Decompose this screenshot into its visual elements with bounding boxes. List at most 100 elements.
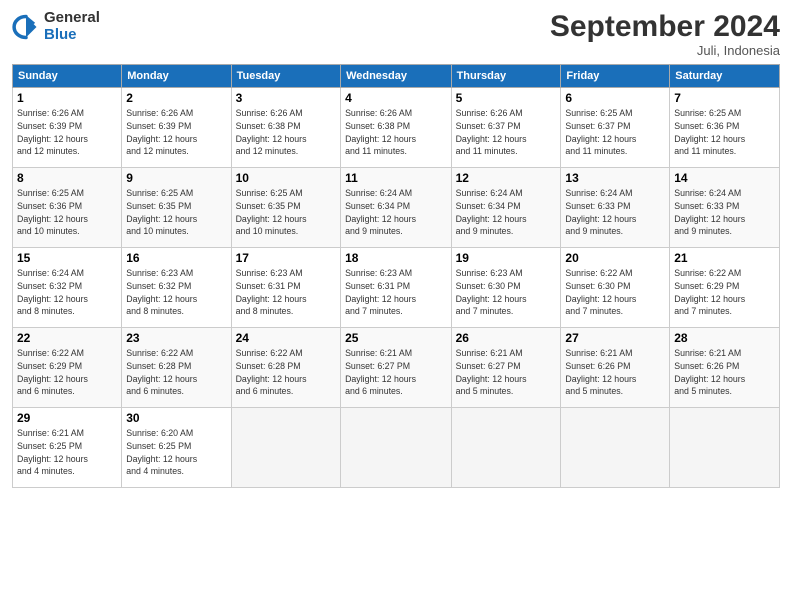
table-row: 10Sunrise: 6:25 AM Sunset: 6:35 PM Dayli… [231,168,340,248]
header-row: Sunday Monday Tuesday Wednesday Thursday… [13,65,780,88]
table-row: 14 Sunrise: 6:24 AM Sunset: 6:33 PM Dayli… [670,168,780,248]
day-info: Sunrise: 6:25 AM Sunset: 6:36 PM Dayligh… [17,187,117,238]
day-info: Sunrise: 6:25 AM Sunset: 6:35 PM Dayligh… [236,187,336,238]
day-info: Sunrise: 6:23 AM Sunset: 6:31 PM Dayligh… [236,267,336,318]
calendar-week-3: 15 Sunrise: 6:24 AM Sunset: 6:32 PM Dayli… [13,248,780,328]
table-row: 4 Sunrise: 6:26 AM Sunset: 6:38 PM Daylig… [341,88,452,168]
day-info: Sunrise: 6:24 AM Sunset: 6:34 PM Dayligh… [345,187,447,238]
logo-icon [12,13,40,41]
day-info: Sunrise: 6:25 AM Sunset: 6:36 PM Dayligh… [674,107,775,158]
header-tuesday: Tuesday [231,65,340,88]
calendar-week-1: 1 Sunrise: 6:26 AM Sunset: 6:39 PM Daylig… [13,88,780,168]
day-info: Sunrise: 6:26 AM Sunset: 6:38 PM Dayligh… [345,107,447,158]
day-number: 26 [456,331,557,345]
day-info: Sunrise: 6:23 AM Sunset: 6:31 PM Dayligh… [345,267,447,318]
day-number: 24 [236,331,336,345]
day-number: 3 [236,91,336,105]
logo-general-text: General [44,10,100,27]
calendar-week-2: 8Sunrise: 6:25 AM Sunset: 6:36 PM Daylig… [13,168,780,248]
day-number: 9 [126,171,226,185]
calendar-week-5: 29 Sunrise: 6:21 AM Sunset: 6:25 PM Dayli… [13,408,780,488]
day-number: 30 [126,411,226,425]
table-row [341,408,452,488]
day-number: 19 [456,251,557,265]
table-row: 17 Sunrise: 6:23 AM Sunset: 6:31 PM Dayli… [231,248,340,328]
header-wednesday: Wednesday [341,65,452,88]
logo-blue-text: Blue [44,27,100,44]
day-info: Sunrise: 6:22 AM Sunset: 6:29 PM Dayligh… [17,347,117,398]
day-info: Sunrise: 6:20 AM Sunset: 6:25 PM Dayligh… [126,427,226,478]
day-number: 5 [456,91,557,105]
day-number: 4 [345,91,447,105]
header-sunday: Sunday [13,65,122,88]
calendar-table: Sunday Monday Tuesday Wednesday Thursday… [12,64,780,488]
day-info: Sunrise: 6:24 AM Sunset: 6:32 PM Dayligh… [17,267,117,318]
table-row: 3Sunrise: 6:26 AM Sunset: 6:38 PM Daylig… [231,88,340,168]
table-row: 16 Sunrise: 6:23 AM Sunset: 6:32 PM Dayli… [122,248,231,328]
table-row: 2 Sunrise: 6:26 AM Sunset: 6:39 PM Daylig… [122,88,231,168]
header-saturday: Saturday [670,65,780,88]
day-number: 17 [236,251,336,265]
header-thursday: Thursday [451,65,561,88]
table-row: 28Sunrise: 6:21 AM Sunset: 6:26 PM Dayli… [670,328,780,408]
table-row [451,408,561,488]
subtitle: Juli, Indonesia [550,43,780,58]
day-info: Sunrise: 6:22 AM Sunset: 6:28 PM Dayligh… [236,347,336,398]
table-row [231,408,340,488]
day-info: Sunrise: 6:24 AM Sunset: 6:34 PM Dayligh… [456,187,557,238]
table-row: 22 Sunrise: 6:22 AM Sunset: 6:29 PM Dayli… [13,328,122,408]
table-row: 24 Sunrise: 6:22 AM Sunset: 6:28 PM Dayli… [231,328,340,408]
table-row: 8Sunrise: 6:25 AM Sunset: 6:36 PM Daylig… [13,168,122,248]
day-info: Sunrise: 6:26 AM Sunset: 6:39 PM Dayligh… [126,107,226,158]
logo-text: General Blue [44,10,100,43]
day-info: Sunrise: 6:21 AM Sunset: 6:26 PM Dayligh… [565,347,665,398]
table-row: 30 Sunrise: 6:20 AM Sunset: 6:25 PM Dayli… [122,408,231,488]
day-number: 14 [674,171,775,185]
day-info: Sunrise: 6:21 AM Sunset: 6:27 PM Dayligh… [345,347,447,398]
title-block: September 2024 Juli, Indonesia [550,10,780,58]
day-info: Sunrise: 6:21 AM Sunset: 6:27 PM Dayligh… [456,347,557,398]
day-info: Sunrise: 6:22 AM Sunset: 6:28 PM Dayligh… [126,347,226,398]
day-info: Sunrise: 6:25 AM Sunset: 6:37 PM Dayligh… [565,107,665,158]
day-info: Sunrise: 6:26 AM Sunset: 6:37 PM Dayligh… [456,107,557,158]
day-number: 1 [17,91,117,105]
header: General Blue September 2024 Juli, Indone… [12,10,780,58]
day-number: 21 [674,251,775,265]
day-info: Sunrise: 6:22 AM Sunset: 6:29 PM Dayligh… [674,267,775,318]
day-number: 27 [565,331,665,345]
calendar-week-4: 22 Sunrise: 6:22 AM Sunset: 6:29 PM Dayli… [13,328,780,408]
day-number: 29 [17,411,117,425]
day-number: 16 [126,251,226,265]
table-row: 11 Sunrise: 6:24 AM Sunset: 6:34 PM Dayli… [341,168,452,248]
day-number: 18 [345,251,447,265]
table-row: 21 Sunrise: 6:22 AM Sunset: 6:29 PM Dayli… [670,248,780,328]
day-number: 23 [126,331,226,345]
table-row: 13 Sunrise: 6:24 AM Sunset: 6:33 PM Dayli… [561,168,670,248]
table-row: 20Sunrise: 6:22 AM Sunset: 6:30 PM Dayli… [561,248,670,328]
table-row: 5 Sunrise: 6:26 AM Sunset: 6:37 PM Daylig… [451,88,561,168]
day-number: 25 [345,331,447,345]
day-number: 13 [565,171,665,185]
table-row: 27 Sunrise: 6:21 AM Sunset: 6:26 PM Dayli… [561,328,670,408]
month-title: September 2024 [550,10,780,43]
table-row: 15 Sunrise: 6:24 AM Sunset: 6:32 PM Dayli… [13,248,122,328]
table-row: 1Sunrise: 6:26 AM Sunset: 6:39 PM Daylig… [13,88,122,168]
day-info: Sunrise: 6:23 AM Sunset: 6:30 PM Dayligh… [456,267,557,318]
day-number: 11 [345,171,447,185]
day-info: Sunrise: 6:23 AM Sunset: 6:32 PM Dayligh… [126,267,226,318]
table-row [561,408,670,488]
day-number: 15 [17,251,117,265]
day-number: 12 [456,171,557,185]
day-number: 2 [126,91,226,105]
table-row: 18 Sunrise: 6:23 AM Sunset: 6:31 PM Dayli… [341,248,452,328]
day-info: Sunrise: 6:21 AM Sunset: 6:26 PM Dayligh… [674,347,775,398]
day-info: Sunrise: 6:24 AM Sunset: 6:33 PM Dayligh… [674,187,775,238]
table-row: 29 Sunrise: 6:21 AM Sunset: 6:25 PM Dayli… [13,408,122,488]
table-row [670,408,780,488]
day-info: Sunrise: 6:24 AM Sunset: 6:33 PM Dayligh… [565,187,665,238]
table-row: 9Sunrise: 6:25 AM Sunset: 6:35 PM Daylig… [122,168,231,248]
day-info: Sunrise: 6:21 AM Sunset: 6:25 PM Dayligh… [17,427,117,478]
logo: General Blue [12,10,100,43]
day-number: 22 [17,331,117,345]
table-row: 19 Sunrise: 6:23 AM Sunset: 6:30 PM Dayli… [451,248,561,328]
